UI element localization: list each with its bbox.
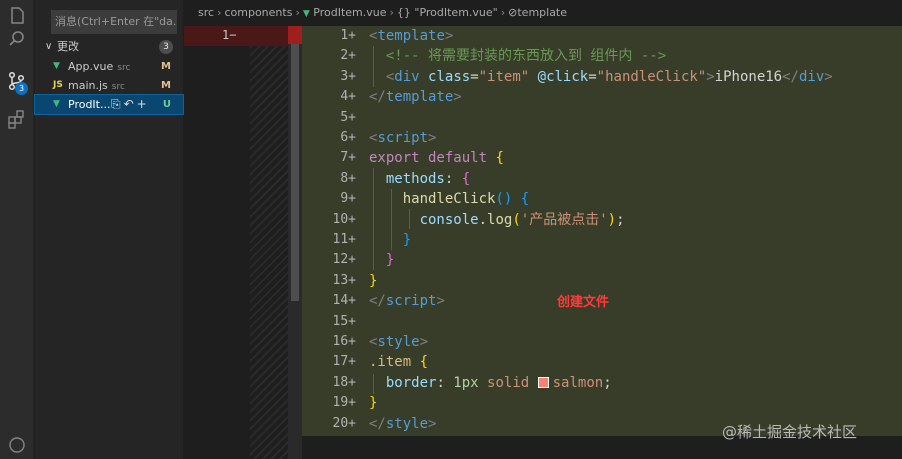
line-number: 5+ bbox=[340, 109, 356, 125]
chevron-down-icon: ∨ bbox=[45, 41, 53, 52]
js-icon: JS bbox=[53, 80, 63, 90]
line-number: 12+ bbox=[332, 252, 356, 268]
code-line-13: } bbox=[369, 272, 378, 289]
chevron-right-icon: › bbox=[389, 6, 394, 19]
diff-original-pane: 1− bbox=[184, 26, 302, 459]
code-line-6: <script> bbox=[369, 130, 437, 146]
breadcrumb-template[interactable]: template bbox=[517, 6, 567, 19]
search-icon[interactable] bbox=[6, 28, 28, 50]
code-line-10: console.log('产品被点击'); bbox=[419, 211, 625, 228]
red-annotation: 创建文件 bbox=[557, 295, 610, 310]
line-number: 9+ bbox=[340, 191, 356, 207]
line-number: 4+ bbox=[340, 89, 356, 105]
changed-file-main-js[interactable]: JS main.js src M bbox=[35, 76, 183, 95]
code-line-2: <!-- 将需要封装的东西放入到 组件内 --> bbox=[385, 48, 667, 65]
file-name: App.vue bbox=[68, 60, 114, 73]
vue-icon: ▼ bbox=[53, 99, 60, 109]
code-line-20: </style> bbox=[369, 415, 437, 432]
changed-file-app-vue[interactable]: ▼ App.vue src M bbox=[35, 57, 183, 76]
scrollbar-thumb[interactable] bbox=[291, 26, 299, 301]
stage-changes-icon[interactable]: + bbox=[137, 97, 150, 111]
changes-group-header[interactable]: ∨ 更改 3 bbox=[35, 38, 183, 56]
line-number: 13+ bbox=[332, 272, 356, 288]
account-icon[interactable] bbox=[6, 434, 28, 456]
line-number: 10+ bbox=[332, 211, 356, 227]
chevron-right-icon: › bbox=[295, 6, 300, 19]
discard-changes-icon[interactable]: ↶ bbox=[124, 97, 137, 111]
code-line-18: border: 1px solid salmon; bbox=[385, 374, 612, 391]
file-status-badge: M bbox=[161, 80, 171, 91]
line-number: 1+ bbox=[340, 28, 356, 43]
line-number: 20+ bbox=[332, 415, 356, 431]
chevron-right-icon: › bbox=[217, 6, 222, 19]
changed-file-proditem-vue[interactable]: ▼ ProdIt... ⎘↶+ U bbox=[34, 94, 184, 115]
code-line-3: <div class="item" @click="handleClick">i… bbox=[385, 68, 833, 85]
diff-scrollbar[interactable] bbox=[288, 26, 302, 459]
breadcrumb-file[interactable]: ProdItem.vue bbox=[313, 6, 386, 19]
line-number: 14+ bbox=[332, 293, 356, 309]
line-number: 19+ bbox=[332, 395, 356, 411]
file-status-badge: U bbox=[162, 99, 171, 110]
code-line-17: .item { bbox=[369, 354, 429, 371]
code-line-12: } bbox=[385, 252, 395, 269]
code-line-8: methods: { bbox=[385, 170, 471, 187]
line-number: 16+ bbox=[332, 334, 356, 349]
source-control-badge: 3 bbox=[15, 82, 28, 95]
original-line-number: 1− bbox=[222, 28, 237, 42]
file-name: ProdIt... bbox=[68, 98, 111, 111]
file-status-badge: M bbox=[161, 61, 171, 72]
file-row-actions: ⎘↶+ bbox=[111, 95, 150, 114]
line-number: 18+ bbox=[332, 374, 356, 390]
code-line-19: } bbox=[369, 395, 378, 412]
line-number: 8+ bbox=[340, 170, 356, 186]
open-file-icon[interactable]: ⎘ bbox=[111, 97, 124, 111]
code-line-4: </template> bbox=[369, 89, 462, 106]
code-line-16: <style> bbox=[369, 334, 429, 350]
changes-count-badge: 3 bbox=[159, 40, 173, 54]
symbol-icon: ⊘ bbox=[508, 6, 518, 19]
watermark: @稀土掘金技术社区 bbox=[722, 423, 858, 441]
explorer-icon[interactable] bbox=[6, 5, 28, 27]
code-line-9: handleClick() { bbox=[402, 191, 530, 208]
line-number: 6+ bbox=[340, 130, 356, 145]
color-swatch[interactable] bbox=[537, 376, 549, 388]
line-number: 17+ bbox=[332, 354, 356, 370]
code-line-1: <template> bbox=[369, 28, 454, 44]
breadcrumb: src › components › ▼ ProdItem.vue ›{} "ProdIt… bbox=[184, 0, 902, 26]
line-number: 15+ bbox=[332, 313, 356, 329]
activity-bar: 3 bbox=[0, 0, 34, 459]
removed-line-highlight bbox=[184, 26, 302, 46]
code-line-14: </script> bbox=[369, 293, 445, 310]
line-number: 7+ bbox=[340, 150, 356, 166]
commit-message-input[interactable]: 消息(Ctrl+Enter 在"da... bbox=[51, 10, 177, 34]
line-number: 2+ bbox=[340, 48, 356, 64]
breadcrumb-components[interactable]: components bbox=[224, 6, 292, 19]
vue-icon: ▼ bbox=[302, 9, 310, 19]
file-dir: src bbox=[111, 82, 125, 92]
line-number: 11+ bbox=[332, 232, 356, 247]
file-dir: src bbox=[117, 63, 131, 73]
file-name: main.js bbox=[68, 79, 108, 92]
breadcrumb-sfc[interactable]: {} "ProdItem.vue" bbox=[397, 6, 498, 19]
line-number: 3+ bbox=[340, 68, 356, 84]
breadcrumb-src[interactable]: src bbox=[198, 6, 214, 19]
vue-icon: ▼ bbox=[53, 61, 60, 71]
diff-empty-hatch bbox=[250, 46, 288, 459]
changes-group-label: 更改 bbox=[57, 40, 79, 53]
scrollbar-removed-marker bbox=[288, 26, 302, 44]
diff-modified-editor[interactable]: 1+ <template> 2+ <!-- 将需要封装的东西放入到 组件内 -->… bbox=[302, 26, 902, 436]
source-control-panel: 消息(Ctrl+Enter 在"da... ∨ 更改 3 ▼ App.vue sr… bbox=[34, 0, 184, 459]
extensions-icon[interactable] bbox=[6, 108, 28, 130]
chevron-right-icon: › bbox=[500, 6, 506, 19]
code-line-7: export default { bbox=[369, 150, 504, 167]
code-line-11: } bbox=[402, 232, 412, 248]
